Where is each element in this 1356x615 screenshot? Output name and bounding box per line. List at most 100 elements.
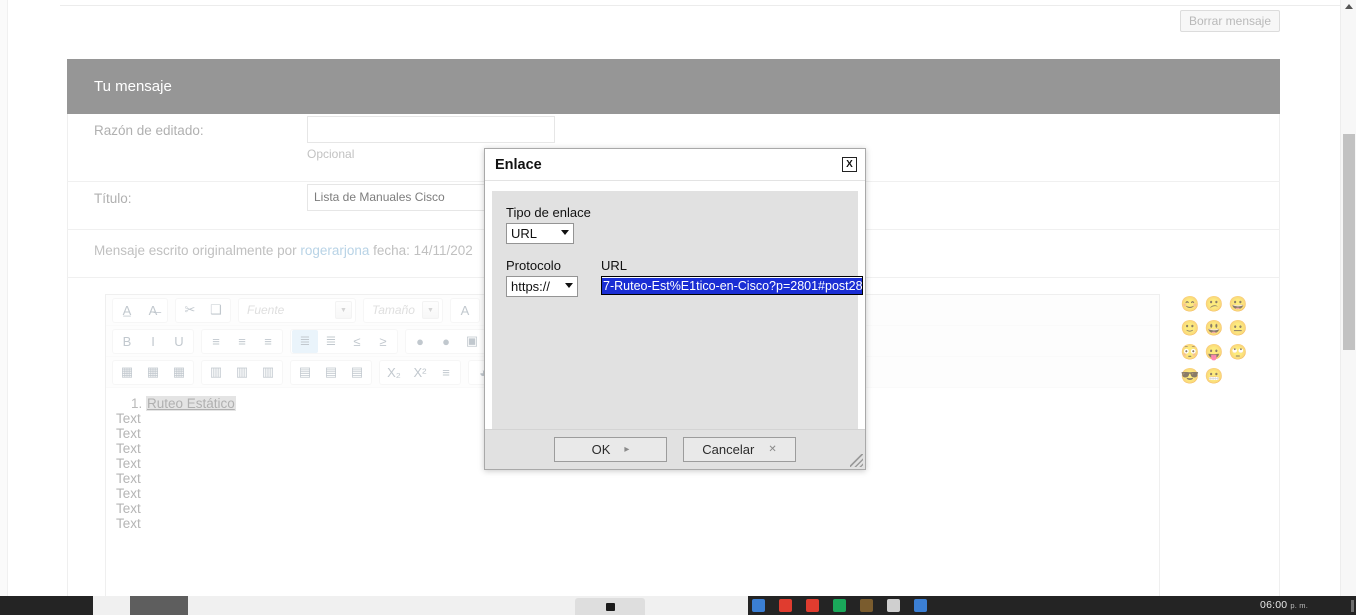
toolbar-group: ✂❑	[175, 298, 231, 323]
toolbar-group: ▦▦▦	[112, 360, 194, 385]
table-properties-icon[interactable]: ▦	[140, 361, 166, 384]
quote-author-link[interactable]: rogerarjona	[300, 243, 369, 258]
link-type-select-wrap[interactable]: URL	[506, 223, 574, 244]
emoji-grin[interactable]: 😀	[1226, 292, 1250, 316]
cancel-button[interactable]: Cancelar ✕	[683, 437, 796, 462]
insert-link-icon[interactable]: ●	[407, 330, 433, 353]
taskbar-right-indicator[interactable]	[1351, 600, 1354, 612]
toolbar-group: ▥▥▥	[201, 360, 283, 385]
link-type-select[interactable]: URL	[506, 223, 574, 244]
delete-message-button[interactable]: Borrar mensaje	[1180, 10, 1280, 32]
taskbar-app-icon-1[interactable]	[752, 599, 765, 612]
taskbar-icons[interactable]	[752, 599, 927, 612]
taskbar-window-preview[interactable]	[93, 596, 748, 615]
underline-icon[interactable]: U	[166, 330, 192, 353]
edit-reason-input[interactable]	[307, 116, 555, 143]
close-icon[interactable]: X	[842, 157, 857, 172]
emoji-blush[interactable]: 😳	[1178, 340, 1202, 364]
size-select[interactable]: Tamaño▼	[363, 298, 443, 323]
italic-icon[interactable]: I	[140, 330, 166, 353]
link-dialog-title: Enlace	[495, 157, 842, 173]
url-input-value: 7-Ruteo-Est%E1tico-en-Cisco?p=2801#post2…	[602, 278, 863, 295]
page-scrollbar[interactable]	[1340, 0, 1356, 596]
unordered-list-icon[interactable]: ≣	[318, 330, 344, 353]
taskbar-window-tab[interactable]	[575, 598, 645, 615]
taskbar-app-icon-4[interactable]	[833, 599, 846, 612]
bold-icon[interactable]: B	[114, 330, 140, 353]
taskbar-app-icon-6[interactable]	[887, 599, 900, 612]
window-tab-icon	[606, 603, 615, 611]
emoji-confused[interactable]: 😕	[1202, 292, 1226, 316]
emoji-slight-smile[interactable]: 🙂	[1178, 316, 1202, 340]
toolbar-group: A̲A̶	[112, 298, 168, 323]
quote-suffix: fecha: 14/11/202	[369, 243, 472, 258]
ordered-list-icon[interactable]: ≣	[292, 330, 318, 353]
link-dialog-titlebar[interactable]: Enlace X	[485, 149, 865, 181]
remove-format-icon[interactable]: A̲	[114, 299, 140, 322]
protocol-label: Protocolo	[506, 258, 578, 273]
insert-col-before-icon[interactable]: ▤	[292, 361, 318, 384]
toolbar-group: X₂X²≡	[379, 360, 461, 385]
url-group: URL 7-Ruteo-Est%E1tico-en-Cisco?p=2801#p…	[601, 258, 863, 295]
link-dialog-body: Tipo de enlace URL Protocolo https://	[492, 191, 858, 430]
page-scrollbar-thumb[interactable]	[1343, 134, 1355, 350]
insert-row-after-icon[interactable]: ▥	[229, 361, 255, 384]
emoji-big-smile[interactable]: 😃	[1202, 316, 1226, 340]
clock-ampm: p. m.	[1290, 601, 1308, 610]
delete-col-icon[interactable]: ▤	[344, 361, 370, 384]
os-taskbar: 06:00 p. m.	[0, 596, 1356, 615]
subscript-icon[interactable]: X₂	[381, 361, 407, 384]
protocol-select[interactable]: https://	[506, 276, 578, 297]
insert-col-after-icon[interactable]: ▤	[318, 361, 344, 384]
taskbar-app-icon-7[interactable]	[914, 599, 927, 612]
text-color-icon[interactable]: A	[452, 299, 478, 322]
horizontal-rule-icon[interactable]: ≡	[433, 361, 459, 384]
url-input[interactable]: 7-Ruteo-Est%E1tico-en-Cisco?p=2801#post2…	[601, 276, 863, 295]
protocol-select-wrap[interactable]: https://	[506, 276, 578, 297]
ok-button-label: OK	[592, 442, 611, 457]
editor-text-line: Text	[106, 501, 1159, 516]
quote-attribution: Mensaje escrito originalmente por rogera…	[94, 243, 473, 258]
align-center-icon[interactable]: ≡	[229, 330, 255, 353]
insert-image-icon[interactable]: ▣	[459, 330, 485, 353]
emoji-neutral[interactable]: 😐	[1226, 316, 1250, 340]
strip-format-icon[interactable]: A̶	[140, 299, 166, 322]
emoticon-picker[interactable]: 😊😕😀🙂😃😐😳😛🙄😎😬	[1178, 292, 1244, 388]
taskbar-app-icon-3[interactable]	[806, 599, 819, 612]
align-right-icon[interactable]: ≡	[255, 330, 281, 353]
size-select-label: Tamaño	[372, 303, 415, 317]
outdent-icon[interactable]: ≤	[344, 330, 370, 353]
taskbar-app-icon-2[interactable]	[779, 599, 792, 612]
editor-selected-link-text[interactable]: Ruteo Estático	[146, 396, 236, 411]
taskbar-clock[interactable]: 06:00 p. m.	[1260, 599, 1308, 611]
taskbar-active-item[interactable]	[130, 596, 188, 615]
emoji-smile[interactable]: 😊	[1178, 292, 1202, 316]
resize-handle-icon[interactable]	[850, 454, 863, 467]
editor-text-line: Text	[106, 516, 1159, 531]
delete-row-icon[interactable]: ▥	[255, 361, 281, 384]
insert-row-before-icon[interactable]: ▥	[203, 361, 229, 384]
taskbar-app-icon-5[interactable]	[860, 599, 873, 612]
font-select[interactable]: Fuente▼	[238, 298, 356, 323]
paste-word-icon[interactable]: ❑	[203, 299, 229, 322]
scroll-up-arrow-icon[interactable]	[1345, 4, 1353, 9]
align-left-icon[interactable]: ≡	[203, 330, 229, 353]
delete-table-icon[interactable]: ▦	[166, 361, 192, 384]
emoji-cool[interactable]: 😎	[1178, 364, 1202, 388]
link-dialog-footer: OK ▸ Cancelar ✕	[485, 429, 865, 469]
paste-icon[interactable]: ✂	[177, 299, 203, 322]
emoji-tongue[interactable]: 😛	[1202, 340, 1226, 364]
indent-icon[interactable]: ≥	[370, 330, 396, 353]
superscript-icon[interactable]: X²	[407, 361, 433, 384]
insert-table-icon[interactable]: ▦	[114, 361, 140, 384]
emoji-roll-eyes[interactable]: 🙄	[1226, 340, 1250, 364]
font-select-label: Fuente	[247, 303, 284, 317]
ok-button[interactable]: OK ▸	[554, 437, 667, 462]
unlink-icon[interactable]: ●	[433, 330, 459, 353]
cancel-button-label: Cancelar	[702, 442, 754, 457]
emoji-teeth[interactable]: 😬	[1202, 364, 1226, 388]
link-dialog: Enlace X Tipo de enlace URL Protocolo	[484, 148, 866, 470]
title-label: Título:	[94, 191, 132, 206]
toolbar-group: BIU	[112, 329, 194, 354]
clock-time: 06:00	[1260, 599, 1287, 611]
